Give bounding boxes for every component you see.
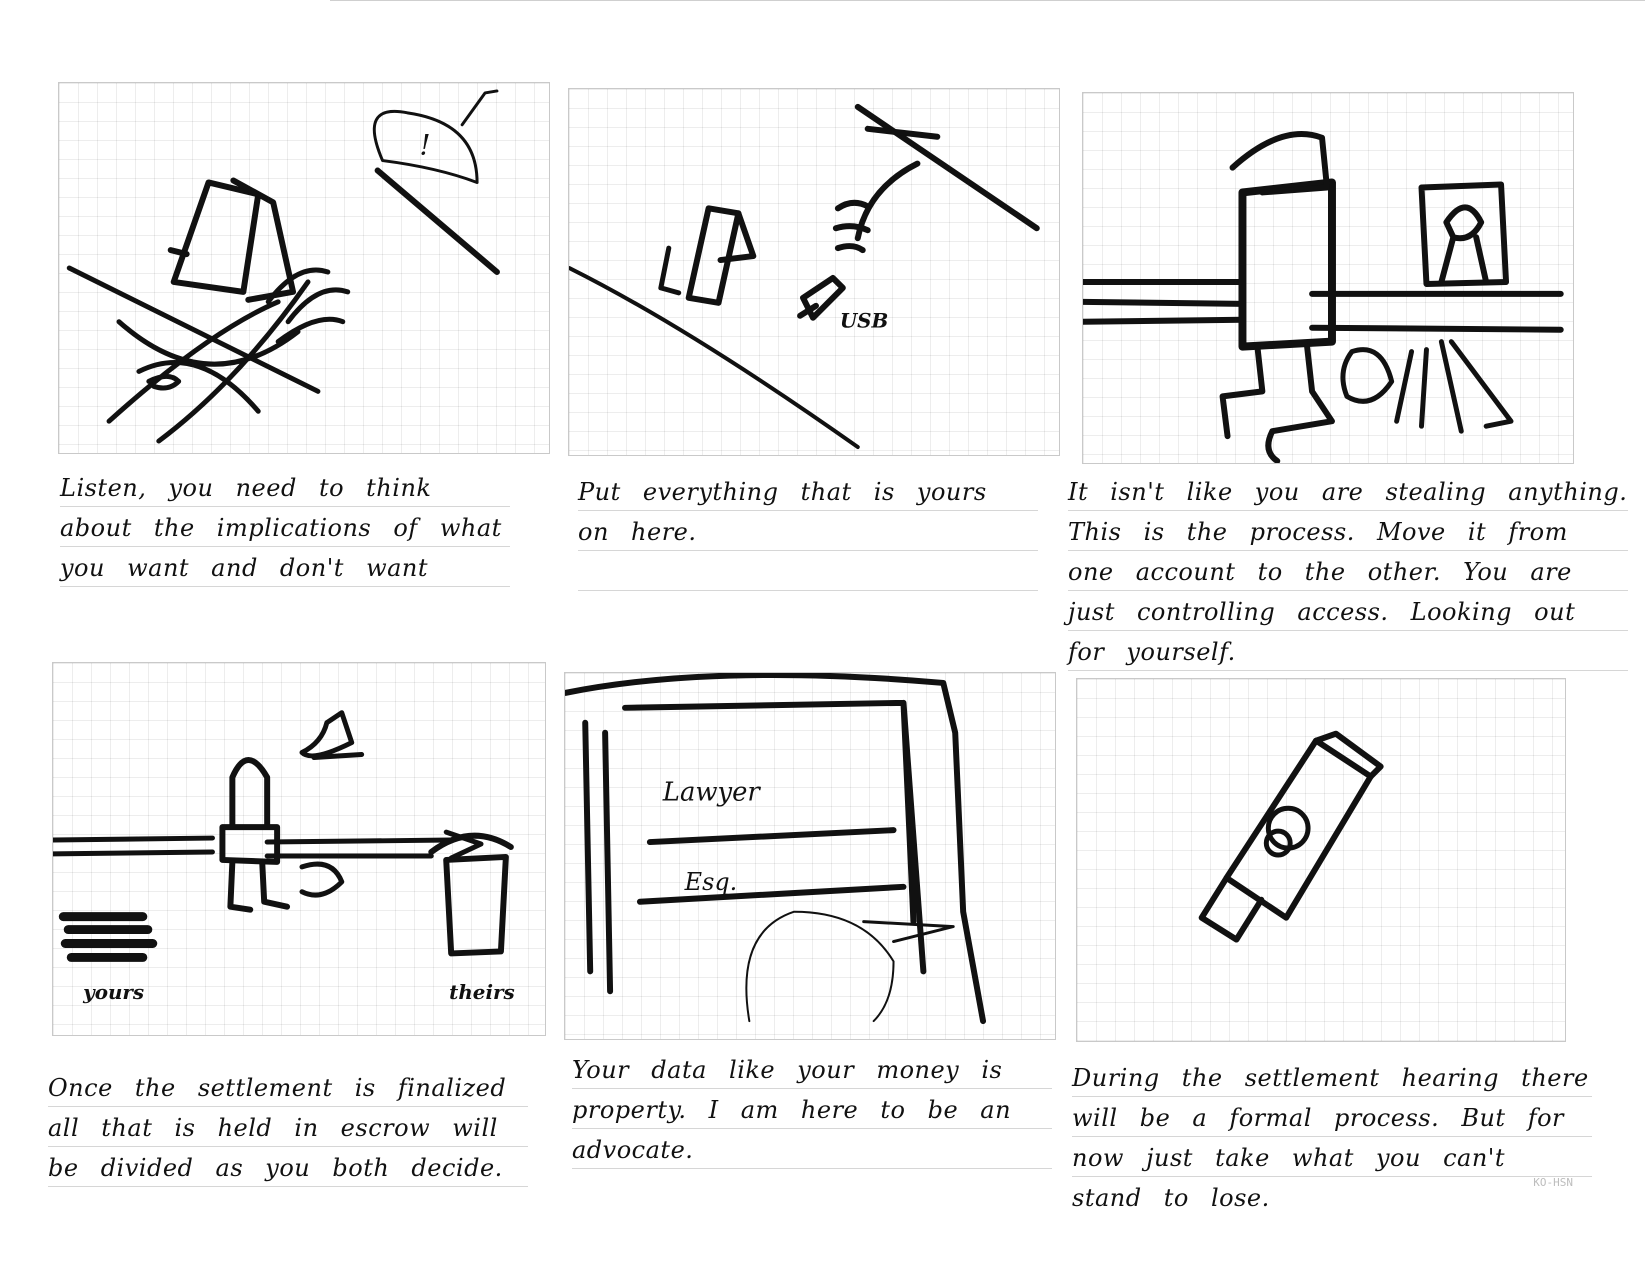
storyboard-panel-3 bbox=[1082, 92, 1574, 464]
panel-2-caption: Put everything that is yours on here. bbox=[578, 472, 1038, 592]
sketch-phone-falling: ! bbox=[66, 89, 500, 444]
sign-divider bbox=[646, 827, 897, 846]
pointing-hand bbox=[862, 920, 955, 944]
usb-drive bbox=[797, 274, 846, 321]
table-edge-line bbox=[854, 103, 1040, 232]
customer-torso bbox=[1238, 178, 1336, 351]
scribble-hand bbox=[106, 279, 311, 444]
sign-text-lawyer: Lawyer bbox=[662, 777, 762, 807]
usb-cap-top bbox=[1313, 730, 1384, 780]
bag bbox=[1340, 347, 1395, 404]
customer-legs bbox=[1219, 343, 1335, 463]
usb-connector bbox=[1198, 874, 1265, 943]
sketch-escrow-split: yours theirs bbox=[53, 710, 515, 1004]
theirs-box bbox=[428, 832, 514, 957]
yours-label: yours bbox=[82, 980, 144, 1004]
teller-figure bbox=[1438, 204, 1490, 285]
page-top-edge bbox=[330, 0, 1645, 1]
desk-line bbox=[636, 883, 907, 905]
bag-on-counter bbox=[299, 710, 365, 760]
storyboard-panel-1: ! bbox=[58, 82, 550, 454]
floor-line bbox=[569, 266, 860, 450]
panel-3-caption: It isn't like you are stealing anything.… bbox=[1068, 472, 1628, 672]
storyboard-panel-2: USB bbox=[568, 88, 1060, 456]
counter-lines bbox=[1083, 278, 1564, 333]
sketch-drive-handoff: USB bbox=[569, 103, 1040, 450]
yours-stack bbox=[58, 912, 158, 962]
speech-bubble-tail bbox=[460, 89, 499, 127]
sign-text-esq: Esq. bbox=[684, 868, 738, 896]
storyboard-panel-4: yours theirs bbox=[52, 662, 546, 1036]
sketch-usb-drive-closeup bbox=[1198, 730, 1384, 943]
door-left-post bbox=[582, 719, 614, 995]
clerk-figure bbox=[219, 757, 281, 865]
scan-watermark: KO-HSN bbox=[1533, 1176, 1573, 1189]
panel-6-caption: During the settlement hearing there will… bbox=[1072, 1058, 1592, 1212]
panel-4-caption: Once the settlement is finalized all tha… bbox=[48, 1068, 528, 1208]
figure-outline bbox=[745, 910, 895, 1023]
storyboard-panel-5: Lawyer Esq. bbox=[564, 672, 1056, 1040]
storyboard-panel-6 bbox=[1076, 678, 1566, 1042]
storyboard-sheet: ! Listen, you need to think about the im… bbox=[0, 0, 1645, 1275]
usb-body bbox=[1223, 737, 1374, 921]
counter-lines bbox=[53, 835, 454, 859]
theirs-label: theirs bbox=[449, 980, 515, 1004]
sketch-lawyer-office: Lawyer Esq. bbox=[565, 673, 987, 1025]
phone-front bbox=[170, 179, 262, 295]
alert-symbol: ! bbox=[419, 129, 430, 162]
phone-front bbox=[685, 205, 742, 306]
panel-5-caption: Your data like your money is property. I… bbox=[572, 1050, 1052, 1190]
reaching-hand bbox=[832, 160, 921, 254]
teller-window bbox=[1418, 181, 1510, 287]
clerk-legs bbox=[227, 858, 291, 913]
sketch-bank-teller bbox=[1083, 131, 1564, 463]
panel-1-caption: Listen, you need to think about the impl… bbox=[60, 468, 510, 588]
table-edge-line bbox=[374, 167, 500, 275]
teller-legs bbox=[1394, 339, 1514, 434]
usb-label: USB bbox=[840, 309, 888, 333]
